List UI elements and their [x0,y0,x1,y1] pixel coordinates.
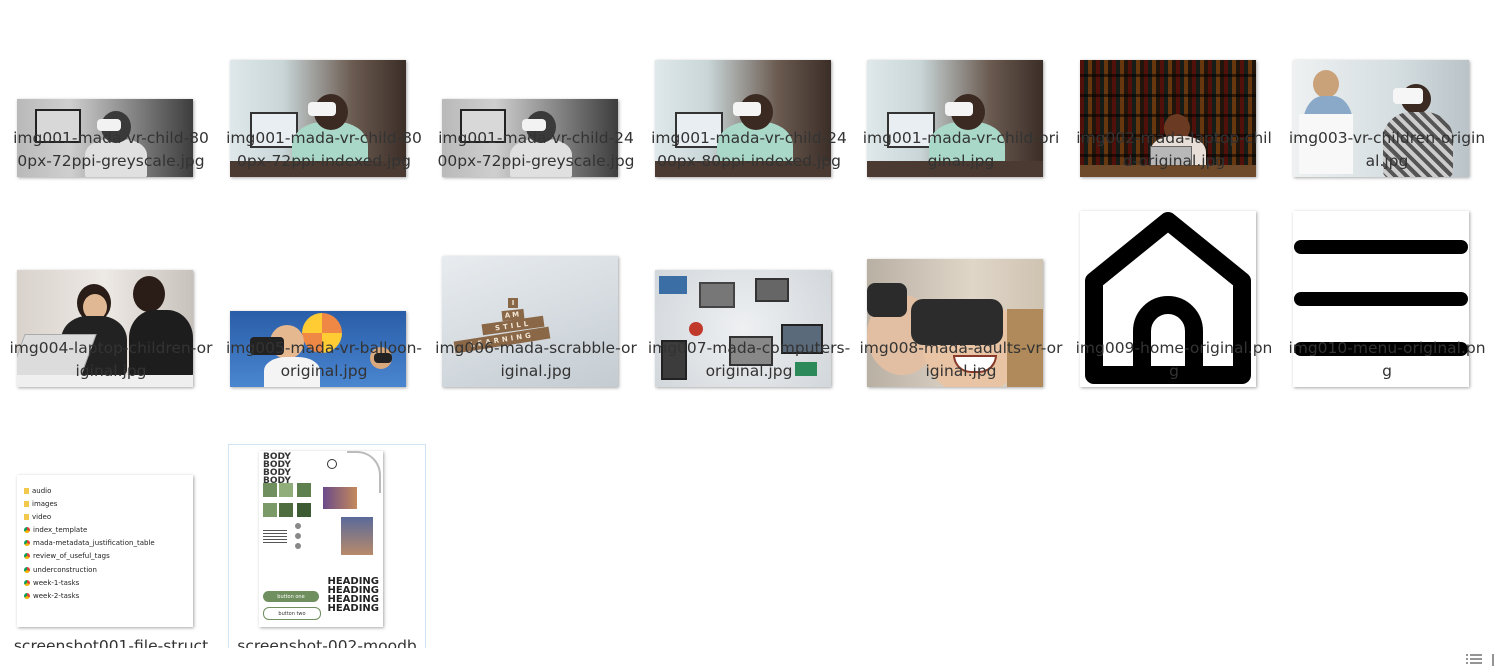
file-item[interactable]: img007-mada-computers-original.jpg [642,210,854,460]
file-grid: img001-mada-vr-child-800px-72ppi-greysca… [0,0,1500,648]
lightbulb-icon [327,459,337,469]
chrome-icon [24,580,30,586]
folder-icon [24,501,29,507]
file-name: img001-mada-vr-child-800px-72ppi-greysca… [13,129,209,170]
moodboard-button-one: button one [263,591,319,602]
chrome-icon [24,593,30,599]
doc-entry: week-1-tasks [33,579,80,587]
chrome-icon [24,540,30,546]
file-item[interactable]: img010-menu-original.png [1280,210,1492,460]
folder-icon [24,514,29,520]
file-item[interactable]: img009-home-original.png [1067,210,1279,460]
doc-entry: week-2-tasks [33,592,80,600]
chrome-icon [24,553,30,559]
doc-entry: audio [32,487,52,495]
file-name: screenshot001-file-struct [13,637,209,648]
doc-entry: review_of_useful_tags [33,552,110,560]
doc-entry: images [32,500,58,508]
moodboard-heading-text: HEADING [327,603,379,614]
thumbnail-file-structure: audio images video index_template mada-m… [17,475,193,627]
file-name: img006-mada-scrabble-original.jpg [435,339,637,380]
file-name: img001-mada-vr-child-800px-72ppi-indexed… [226,129,422,170]
scrabble-word: I [508,298,518,308]
file-item[interactable]: img008-mada-adults-vr-original.jpg [854,210,1066,460]
file-name: img005-mada-vr-balloon-original.jpg [225,339,422,380]
doc-entry: underconstruction [33,566,97,574]
details-view-icon[interactable] [1464,651,1484,669]
large-icons-view-icon[interactable] [1490,651,1496,669]
doc-entry: index_template [33,526,88,534]
doc-entry: mada-metadata_justification_table [33,539,155,547]
file-name: img009-home-original.png [1075,339,1273,380]
file-name: img008-mada-adults-vr-original.jpg [859,339,1063,380]
file-item[interactable]: img004-laptop-children-original.jpg [4,210,216,460]
file-item-selected[interactable]: BODY BODY BODY BODY HEADING HEADING HEAD [228,444,426,648]
doc-entry: video [32,513,52,521]
file-name: img007-mada-computers-original.jpg [647,339,851,380]
file-name: screenshot-002-moodb [237,637,417,648]
file-name: img004-laptop-children-original.jpg [9,339,213,380]
chrome-icon [24,567,30,573]
file-name: img010-menu-original.png [1288,339,1486,380]
file-name: img003-vr-children-original.jpg [1288,129,1486,170]
file-name: img001-mada-vr-child-2400px-72ppi-greysc… [437,129,635,170]
file-item[interactable]: audio images video index_template mada-m… [4,444,216,648]
file-item[interactable]: I AM STILL LEARNING img006-mada-scrabble… [429,210,641,460]
folder-icon [24,488,29,494]
file-name: img001-mada-vr-child-original.jpg [862,129,1060,170]
moodboard-button-two: button two [263,607,321,620]
status-strip [0,648,1500,672]
file-name: img002-mada-laptop-child-original.jpg [1076,129,1272,170]
chrome-icon [24,527,30,533]
file-name: img001-mada-vr-child-2400px-80ppi-indexe… [651,129,847,170]
thumbnail-moodboard: BODY BODY BODY BODY HEADING HEADING HEAD [259,451,383,627]
file-item[interactable]: img005-mada-vr-balloon-original.jpg [217,210,429,460]
